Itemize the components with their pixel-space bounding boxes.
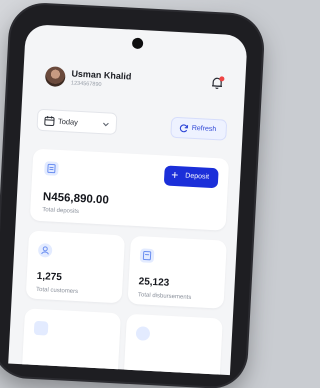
user-id: 1234567890 bbox=[71, 80, 102, 88]
document-icon bbox=[140, 248, 155, 263]
avatar[interactable] bbox=[45, 66, 66, 87]
disbursements-card-icon bbox=[140, 248, 155, 263]
chevron-down-icon bbox=[102, 120, 110, 128]
total-disbursements-label: Total disbursements bbox=[138, 292, 192, 301]
camera-cutout bbox=[132, 38, 144, 50]
total-deposits-amount: N456,890.00 bbox=[43, 191, 109, 206]
deposit-label: Deposit bbox=[185, 173, 209, 181]
filter-bar: Today Refresh bbox=[20, 108, 243, 144]
customers-card: 1,275 Total customers bbox=[26, 230, 125, 303]
total-disbursements-value: 25,123 bbox=[138, 276, 169, 289]
app-header: Usman Khalid 1234567890 bbox=[22, 60, 246, 110]
deposit-card-icon bbox=[44, 161, 59, 176]
refresh-icon bbox=[178, 123, 189, 134]
notifications-button[interactable] bbox=[210, 76, 225, 91]
calendar-icon bbox=[44, 115, 56, 127]
total-deposits-label: Total deposits bbox=[42, 207, 79, 215]
customers-card-icon bbox=[38, 243, 53, 258]
plus-icon: + bbox=[171, 169, 179, 181]
refresh-button[interactable]: Refresh bbox=[170, 117, 227, 141]
deposits-card: + Deposit N456,890.00 Total deposits bbox=[30, 149, 229, 231]
bank-icon bbox=[44, 161, 59, 176]
app-screen: Usman Khalid 1234567890 Today bbox=[8, 24, 247, 375]
user-name: Usman Khalid bbox=[71, 68, 131, 81]
users-icon bbox=[136, 326, 151, 341]
date-range-label: Today bbox=[58, 117, 78, 127]
stat-card-4 bbox=[123, 314, 222, 375]
wallet-icon bbox=[34, 321, 49, 336]
deposit-button[interactable]: + Deposit bbox=[164, 165, 219, 188]
total-customers-value: 1,275 bbox=[37, 271, 63, 283]
total-customers-label: Total customers bbox=[36, 287, 78, 295]
date-range-select[interactable]: Today bbox=[36, 109, 117, 135]
disbursements-card: 25,123 Total disbursements bbox=[128, 236, 227, 309]
refresh-label: Refresh bbox=[192, 125, 217, 133]
user-icon bbox=[38, 243, 53, 258]
